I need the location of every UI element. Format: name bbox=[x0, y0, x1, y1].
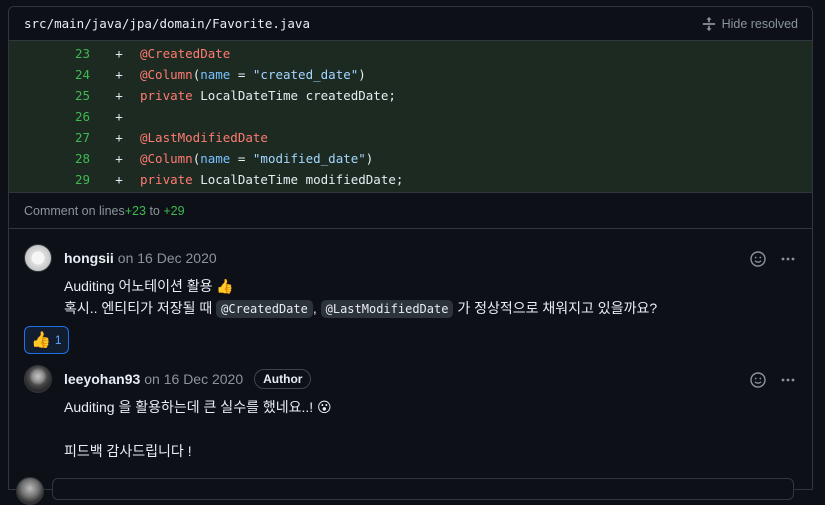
comment-line: Auditing 어노테이션 활용 👍 bbox=[64, 278, 234, 294]
comment-text: 혹시.. 엔티티가 저장될 때 bbox=[64, 300, 217, 316]
diff-sign: + bbox=[115, 67, 123, 82]
comment-on-to: to bbox=[145, 203, 164, 218]
code-keyword: private bbox=[140, 172, 193, 187]
code-attr: name bbox=[200, 151, 231, 166]
diff-line: 29 + private LocalDateTime modifiedDate; bbox=[9, 169, 812, 190]
hide-resolved-button[interactable]: Hide resolved bbox=[702, 16, 798, 31]
reaction-thumbs-up-button[interactable]: 👍 1 bbox=[24, 326, 69, 354]
avatar[interactable] bbox=[24, 244, 52, 272]
diff-sign: + bbox=[115, 88, 123, 103]
code-text: LocalDateTime createdDate; bbox=[192, 88, 396, 103]
comment-line: 혹시.. 엔티티가 저장될 때 @CreatedDate, @LastModif… bbox=[64, 297, 797, 320]
comment-on-lines: Comment on lines +23 to +29 bbox=[9, 193, 812, 229]
review-comment: hongsii on 16 Dec 2020 Auditing 어노테이션 활용… bbox=[9, 229, 812, 354]
author-badge: Author bbox=[254, 369, 312, 389]
comment-author[interactable]: leeyohan93 bbox=[64, 371, 140, 387]
comment-text: 가 정상적으로 채워지고 있을까요? bbox=[453, 300, 658, 316]
comment-body: Auditing 어노테이션 활용 👍 혹시.. 엔티티가 저장될 때 @Cre… bbox=[64, 275, 797, 320]
comment-line: Auditing 을 활용하는데 큰 실수를 했네요..! 😮 bbox=[64, 399, 332, 415]
code-line: private LocalDateTime modifiedDate; bbox=[140, 172, 403, 187]
line-number[interactable]: 28 bbox=[9, 151, 98, 166]
code-punct: = bbox=[230, 67, 253, 82]
line-number[interactable]: 27 bbox=[9, 130, 98, 145]
avatar[interactable] bbox=[24, 365, 52, 393]
thumbs-up-icon: 👍 bbox=[31, 332, 51, 349]
code-line: private LocalDateTime createdDate; bbox=[140, 88, 396, 103]
code-string: "created_date" bbox=[252, 67, 359, 82]
kebab-horizontal-icon[interactable] bbox=[780, 251, 796, 267]
comment-header: leeyohan93 on 16 Dec 2020 Author bbox=[24, 362, 797, 396]
line-range-start[interactable]: +23 bbox=[125, 204, 146, 218]
comment-text: , bbox=[312, 300, 321, 316]
reactions-row: 👍 1 bbox=[24, 320, 797, 354]
comment-date[interactable]: on 16 Dec 2020 bbox=[118, 250, 217, 266]
unfold-icon bbox=[702, 16, 715, 31]
code-punct: ) bbox=[365, 151, 374, 166]
review-thread-panel: src/main/java/jpa/domain/Favorite.java H… bbox=[8, 6, 813, 490]
inline-code: @CreatedDate bbox=[216, 300, 313, 318]
avatar[interactable] bbox=[16, 477, 44, 505]
code-line: @Column(name = "modified_date") bbox=[140, 151, 373, 166]
diff-sign: + bbox=[115, 109, 123, 124]
code-annotation: @LastModifiedDate bbox=[140, 130, 268, 145]
code-text: LocalDateTime modifiedDate; bbox=[192, 172, 404, 187]
comment-on-prefix: Comment on lines bbox=[24, 203, 125, 218]
code-annotation: @Column bbox=[140, 67, 193, 82]
code-line: @CreatedDate bbox=[140, 46, 230, 61]
reply-input[interactable] bbox=[52, 478, 794, 500]
code-punct: = bbox=[230, 151, 253, 166]
inline-code: @LastModifiedDate bbox=[320, 300, 454, 318]
code-attr: name bbox=[200, 67, 231, 82]
code-string: "modified_date" bbox=[252, 151, 366, 166]
diff-sign: + bbox=[115, 151, 123, 166]
review-comment: leeyohan93 on 16 Dec 2020 Author Auditin… bbox=[9, 354, 812, 462]
line-number[interactable]: 29 bbox=[9, 172, 98, 187]
diff-line: 24 + @Column(name = "created_date") bbox=[9, 64, 812, 85]
comment-line: 피드백 감사드립니다 ! bbox=[64, 443, 192, 459]
diff-line: 23 + @CreatedDate bbox=[9, 43, 812, 64]
line-number[interactable]: 24 bbox=[9, 67, 98, 82]
diff-line: 28 + @Column(name = "modified_date") bbox=[9, 148, 812, 169]
kebab-horizontal-icon[interactable] bbox=[780, 372, 796, 388]
reaction-count: 1 bbox=[54, 333, 62, 347]
code-annotation: @Column bbox=[140, 151, 193, 166]
comment-author[interactable]: hongsii bbox=[64, 250, 114, 266]
hide-resolved-label: Hide resolved bbox=[721, 16, 798, 31]
comment-actions bbox=[750, 251, 796, 267]
diff-sign: + bbox=[115, 172, 123, 187]
code-line: @Column(name = "created_date") bbox=[140, 67, 366, 82]
diff-hunk: 23 + @CreatedDate 24 + @Column(name = "c… bbox=[9, 41, 812, 193]
diff-sign: + bbox=[115, 46, 123, 61]
diff-line: 25 + private LocalDateTime createdDate; bbox=[9, 85, 812, 106]
line-number[interactable]: 26 bbox=[9, 109, 98, 124]
line-range-end[interactable]: +29 bbox=[163, 204, 184, 218]
comment-date[interactable]: on 16 Dec 2020 bbox=[144, 371, 243, 387]
code-keyword: private bbox=[140, 88, 193, 103]
diff-line: 26 + bbox=[9, 106, 812, 127]
file-path[interactable]: src/main/java/jpa/domain/Favorite.java bbox=[24, 16, 310, 31]
comment-actions bbox=[750, 372, 796, 388]
code-punct: ) bbox=[358, 67, 366, 82]
comment-header: hongsii on 16 Dec 2020 bbox=[24, 241, 797, 275]
smiley-icon[interactable] bbox=[750, 251, 766, 267]
diff-sign: + bbox=[115, 130, 123, 145]
line-number[interactable]: 23 bbox=[9, 46, 98, 61]
comment-body: Auditing 을 활용하는데 큰 실수를 했네요..! 😮 피드백 감사드립… bbox=[64, 396, 797, 462]
diff-line: 27 + @LastModifiedDate bbox=[9, 127, 812, 148]
code-line: @LastModifiedDate bbox=[140, 130, 268, 145]
line-number[interactable]: 25 bbox=[9, 88, 98, 103]
file-header: src/main/java/jpa/domain/Favorite.java H… bbox=[9, 7, 812, 41]
code-annotation: @CreatedDate bbox=[140, 46, 231, 61]
smiley-icon[interactable] bbox=[750, 372, 766, 388]
